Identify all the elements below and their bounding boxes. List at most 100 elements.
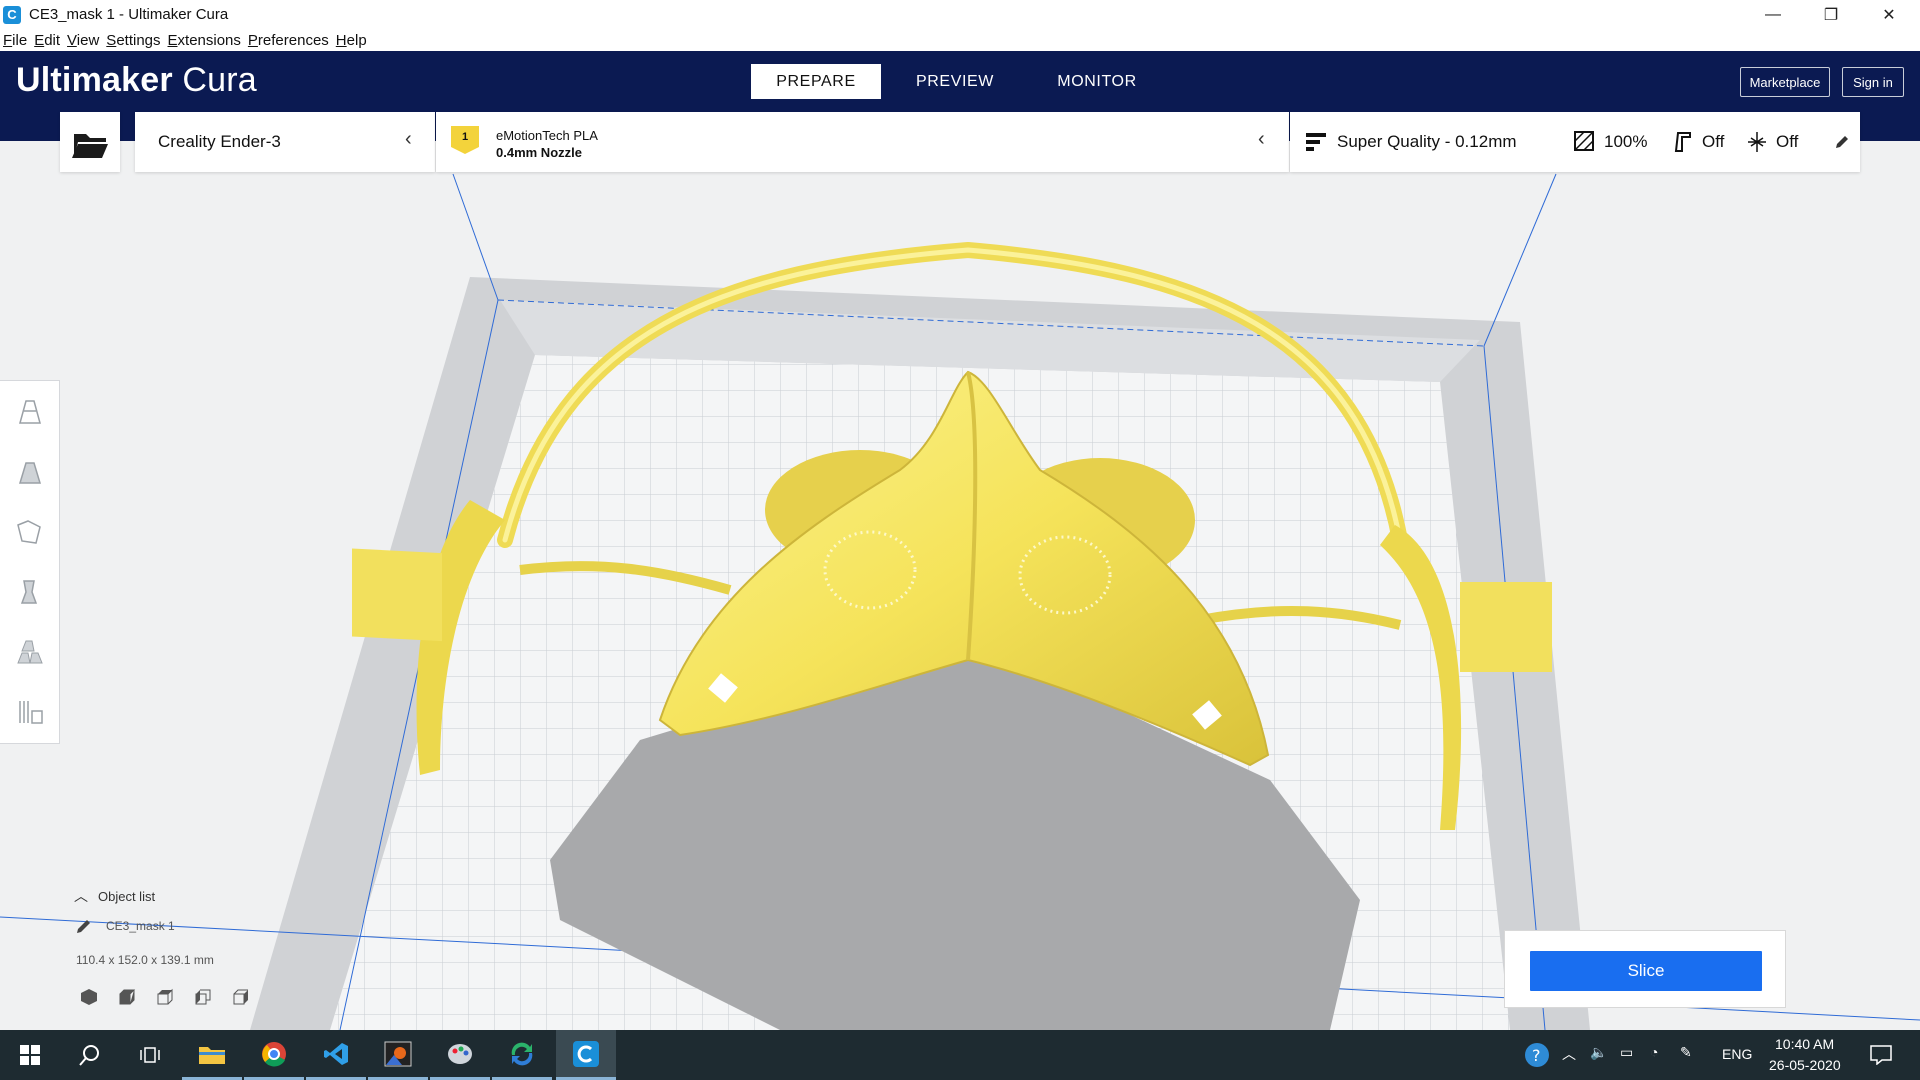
scale-icon	[18, 462, 42, 484]
language-indicator[interactable]: ENG	[1722, 1046, 1752, 1062]
vscode-taskbar[interactable]	[306, 1030, 366, 1080]
folder-icon	[199, 1046, 225, 1064]
mask-left-clip	[352, 548, 442, 642]
right-view-icon[interactable]	[232, 988, 250, 1006]
vscode-icon	[324, 1042, 348, 1065]
quality-bars-icon	[1306, 133, 1326, 151]
folder-icon	[72, 134, 108, 158]
menu-bar: File Edit View Settings Extensions Prefe…	[0, 29, 1920, 51]
menu-file[interactable]: File	[3, 32, 27, 49]
adhesion-value: Off	[1776, 132, 1799, 151]
palette-icon	[448, 1043, 472, 1064]
object-list-item[interactable]: CE3_mask 1	[76, 918, 175, 934]
object-list-label: Object list	[98, 888, 156, 904]
tab-preview[interactable]: PREVIEW	[890, 64, 1020, 99]
slice-panel: Slice	[1504, 930, 1786, 1008]
tab-prepare[interactable]: PREPARE	[751, 64, 881, 99]
extruder-badge-icon: 1	[451, 126, 479, 154]
tab-monitor[interactable]: MONITOR	[1032, 64, 1162, 99]
cura-app-icon: C	[3, 5, 21, 24]
extruder-number: 1	[461, 131, 469, 143]
task-view-button[interactable]	[120, 1030, 180, 1080]
file-explorer-taskbar[interactable]	[182, 1030, 242, 1080]
edit-pencil-icon[interactable]	[1834, 134, 1850, 150]
sync-app-taskbar[interactable]	[492, 1030, 552, 1080]
notification-icon[interactable]	[1870, 1045, 1892, 1065]
chrome-icon	[262, 1041, 286, 1066]
mask-right-clip	[1460, 582, 1552, 672]
maximize-button[interactable]: ❐	[1802, 0, 1860, 29]
cura-icon	[573, 1040, 599, 1067]
support-value: Off	[1702, 132, 1725, 151]
window-title: CE3_mask 1 - Ultimaker Cura	[29, 6, 229, 23]
paint-taskbar[interactable]	[430, 1030, 490, 1080]
search-button[interactable]	[60, 1030, 120, 1080]
support-blocker-tool[interactable]	[6, 689, 52, 735]
start-button[interactable]	[0, 1030, 60, 1080]
top-view-icon[interactable]	[156, 988, 174, 1006]
support-blocker-icon	[19, 701, 43, 724]
sync-icon	[511, 1042, 533, 1065]
menu-preferences[interactable]: Preferences	[248, 32, 329, 49]
scale-tool[interactable]	[6, 449, 52, 495]
menu-edit[interactable]: Edit	[34, 32, 60, 49]
menu-help[interactable]: Help	[336, 32, 367, 49]
view-orientation-buttons	[80, 988, 250, 1006]
rotate-tool[interactable]	[6, 509, 52, 555]
infill-icon	[1574, 131, 1594, 151]
open-file-button[interactable]	[60, 112, 120, 172]
minimize-button[interactable]: —	[1744, 0, 1802, 29]
3d-view-icon[interactable]	[80, 988, 98, 1006]
mirror-tool[interactable]	[6, 569, 52, 615]
image-app-taskbar[interactable]	[368, 1030, 428, 1080]
ultimaker-cura-logo: Ultimaker Cura	[16, 61, 257, 100]
support-icon	[1674, 132, 1691, 152]
search-icon	[79, 1045, 99, 1066]
menu-extensions[interactable]: Extensions	[168, 32, 241, 49]
per-model-settings-tool[interactable]	[6, 629, 52, 675]
menu-settings[interactable]: Settings	[106, 32, 160, 49]
windows-logo-icon	[20, 1045, 40, 1065]
chevron-left-icon: ‹	[405, 128, 412, 150]
chevron-up-icon[interactable]: ︿	[1562, 1044, 1576, 1064]
svg-text:?: ?	[1532, 1046, 1541, 1065]
cura-taskbar[interactable]	[556, 1030, 616, 1080]
object-list-toggle[interactable]: ︿ Object list	[74, 886, 155, 906]
windows-taskbar: ? ︿ 🔈 ▭ ◔ ✎ ENG 10:40 AM 26-05-2020	[0, 1030, 1920, 1080]
marketplace-button[interactable]: Marketplace	[1740, 67, 1830, 97]
clock-time[interactable]: 10:40 AM	[1775, 1036, 1834, 1052]
mirror-icon	[20, 580, 38, 604]
print-settings-selector[interactable]: Super Quality - 0.12mm 100% Off Off	[1290, 112, 1860, 172]
left-view-icon[interactable]	[194, 988, 212, 1006]
material-name: eMotionTech PLA	[496, 128, 598, 143]
menu-view[interactable]: View	[67, 32, 99, 49]
sign-in-button[interactable]: Sign in	[1842, 67, 1904, 97]
close-button[interactable]: ✕	[1860, 0, 1918, 29]
printer-selector[interactable]: Creality Ender-3 ‹	[135, 112, 435, 172]
rotate-icon	[17, 520, 41, 544]
help-icon[interactable]: ?	[1524, 1042, 1550, 1068]
wifi-icon[interactable]: ◔	[1650, 1044, 1658, 1060]
infill-value: 100%	[1604, 132, 1648, 151]
material-selector[interactable]: 1 eMotionTech PLA 0.4mm Nozzle ‹	[436, 112, 1289, 172]
move-tool[interactable]	[6, 389, 52, 435]
printer-name: Creality Ender-3	[158, 132, 281, 151]
task-view-icon	[140, 1047, 160, 1063]
pen-icon[interactable]: ✎	[1680, 1044, 1692, 1061]
window-title-bar: C CE3_mask 1 - Ultimaker Cura — ❐ ✕	[0, 0, 1920, 29]
object-list-panel: ︿ Object list CE3_mask 1 110.4 x 152.0 x…	[74, 880, 334, 1020]
volume-icon[interactable]: 🔈	[1590, 1044, 1607, 1061]
tool-panel	[0, 380, 60, 744]
per-model-settings-icon	[17, 640, 43, 664]
chrome-taskbar[interactable]	[244, 1030, 304, 1080]
quality-profile: Super Quality - 0.12mm	[1337, 132, 1517, 151]
photo-icon	[384, 1041, 412, 1066]
clock-date[interactable]: 26-05-2020	[1769, 1057, 1841, 1073]
object-dimensions: 110.4 x 152.0 x 139.1 mm	[76, 953, 214, 967]
slice-button[interactable]: Slice	[1530, 951, 1762, 991]
brand-bold: Ultimaker	[16, 61, 173, 99]
battery-icon[interactable]: ▭	[1620, 1044, 1633, 1061]
front-view-icon[interactable]	[118, 988, 136, 1006]
chevron-left-icon: ‹	[1258, 128, 1265, 150]
volume-edge	[1483, 173, 1557, 347]
